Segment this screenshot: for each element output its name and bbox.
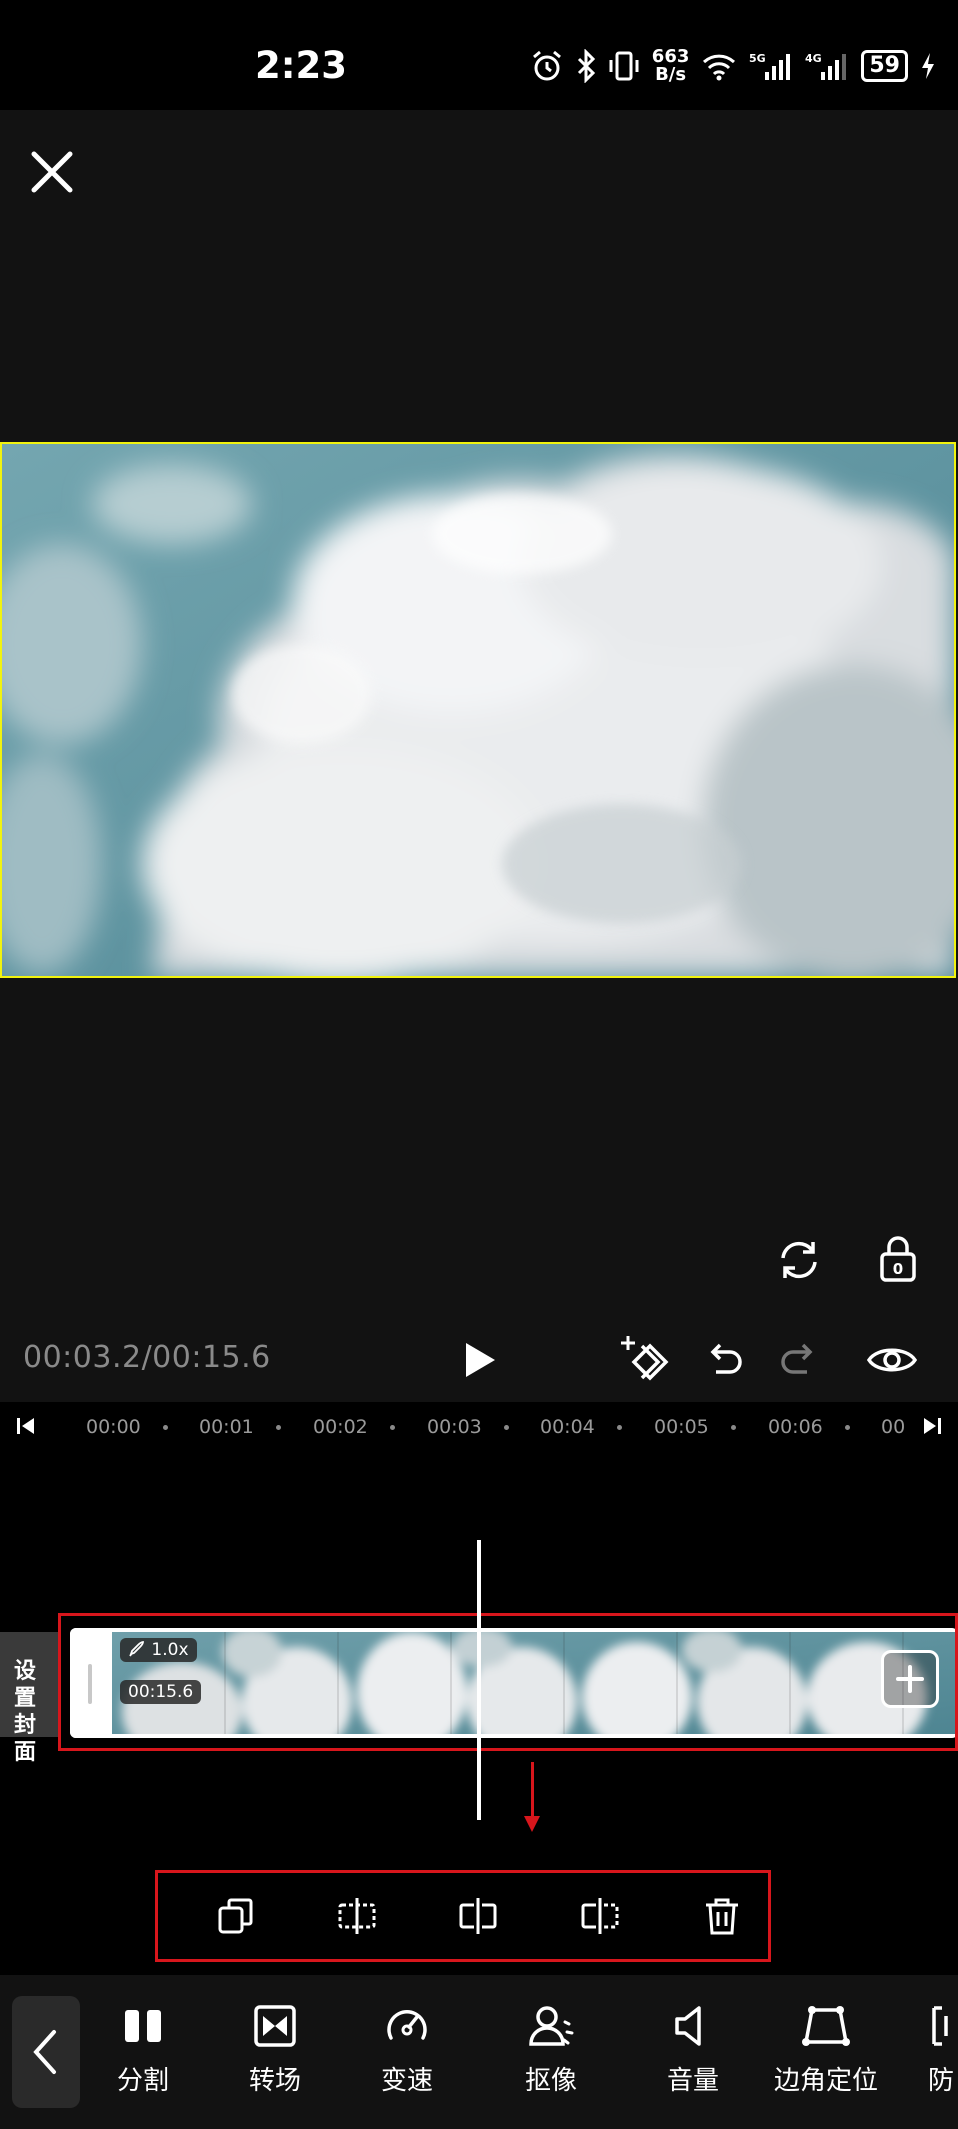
toolbar-item-volume[interactable]: 音量	[628, 2004, 758, 2114]
set-cover-button[interactable]: 设置封面	[0, 1632, 60, 1765]
ruler-dot	[390, 1425, 395, 1430]
trim-left-icon[interactable]	[337, 1896, 377, 1936]
signal-4g-icon: 4G	[805, 50, 849, 82]
alarm-icon	[530, 49, 564, 83]
volume-icon	[675, 2006, 701, 2046]
close-icon	[31, 151, 73, 193]
toolbar-item-split[interactable]: 分割	[78, 2004, 208, 2114]
play-button[interactable]	[462, 1340, 498, 1380]
svg-text:4G: 4G	[805, 52, 822, 65]
cloud-sky-image	[2, 444, 954, 976]
preview-toggle-button[interactable]	[866, 1342, 918, 1378]
speed-icon	[387, 2010, 427, 2040]
trim-right-icon[interactable]	[580, 1896, 620, 1936]
time-ruler[interactable]: 00:00 00:01 00:02 00:03 00:04 00:05 00:0…	[0, 1402, 958, 1450]
corner-pin-icon	[802, 2006, 850, 2046]
chevron-left-icon	[33, 2030, 56, 2074]
toolbar-item-stabilize[interactable]: 防	[912, 2004, 958, 2114]
cutout-icon	[529, 2006, 574, 2046]
svg-text:5G: 5G	[749, 52, 766, 65]
annotation-highlight-clip	[58, 1613, 958, 1751]
jump-to-start-icon[interactable]	[16, 1416, 38, 1436]
ruler-tick: 00:05	[654, 1416, 709, 1438]
toolbar-item-cutout[interactable]: 抠像	[486, 2004, 616, 2114]
ruler-tick: 00:03	[427, 1416, 482, 1438]
battery-indicator: 59	[861, 50, 908, 82]
time-readout: 00:03.2/00:15.6	[23, 1340, 271, 1375]
status-clock: 2:23	[255, 44, 348, 87]
toolbar-item-speed[interactable]: 变速	[342, 2004, 472, 2114]
close-button[interactable]	[28, 148, 76, 196]
ruler-tick: 00:01	[199, 1416, 254, 1438]
annotation-arrow	[531, 1762, 534, 1820]
toolbar-back-button[interactable]	[12, 1996, 80, 2108]
ruler-tick: 00:02	[313, 1416, 368, 1438]
transition-icon	[254, 2005, 296, 2047]
lock-button[interactable]: 0	[878, 1234, 918, 1284]
ruler-tick: 00:00	[86, 1416, 141, 1438]
split-icon	[125, 2006, 161, 2046]
rotate-button[interactable]	[775, 1236, 823, 1284]
refresh-icon	[781, 1241, 817, 1279]
stabilize-icon	[932, 2006, 948, 2046]
undo-button[interactable]	[704, 1340, 744, 1380]
eye-icon	[866, 1348, 918, 1372]
play-icon	[466, 1343, 495, 1377]
redo-button[interactable]	[779, 1340, 819, 1380]
ruler-dot	[617, 1425, 622, 1430]
ruler-dot	[731, 1425, 736, 1430]
toolbar-item-corner-pin[interactable]: 边角定位	[760, 2004, 892, 2114]
keyframe-button[interactable]	[620, 1334, 672, 1386]
ruler-dot	[504, 1425, 509, 1430]
status-icons: 663 B/s 5G 4G 59	[530, 48, 936, 84]
delete-icon[interactable]	[702, 1896, 742, 1936]
bluetooth-icon	[576, 49, 596, 83]
wifi-icon	[701, 51, 737, 81]
keyframe-add-icon	[621, 1336, 669, 1381]
ruler-dot	[276, 1425, 281, 1430]
set-cover-label: 设置封面	[14, 1659, 37, 1765]
undo-icon	[710, 1343, 742, 1374]
svg-text:0: 0	[893, 1260, 903, 1278]
signal-5g-icon: 5G	[749, 50, 793, 82]
playhead[interactable]	[477, 1540, 481, 1820]
ruler-tick: 00:04	[540, 1416, 595, 1438]
copy-icon[interactable]	[216, 1896, 256, 1936]
toolbar-item-transition[interactable]: 转场	[210, 2004, 340, 2114]
redo-icon	[781, 1343, 813, 1374]
charging-icon	[920, 51, 936, 81]
jump-to-end-icon[interactable]	[920, 1416, 942, 1436]
vibrate-icon	[608, 50, 640, 82]
ruler-tick: 00:06	[768, 1416, 823, 1438]
ruler-dot	[163, 1425, 168, 1430]
annotation-arrow-head	[524, 1816, 540, 1832]
split-at-playhead-icon[interactable]	[458, 1896, 498, 1936]
video-preview[interactable]	[0, 442, 956, 978]
lock-icon: 0	[880, 1236, 916, 1282]
ruler-dot	[845, 1425, 850, 1430]
ruler-tick: 00	[881, 1416, 906, 1438]
network-speed: 663 B/s	[651, 46, 690, 85]
